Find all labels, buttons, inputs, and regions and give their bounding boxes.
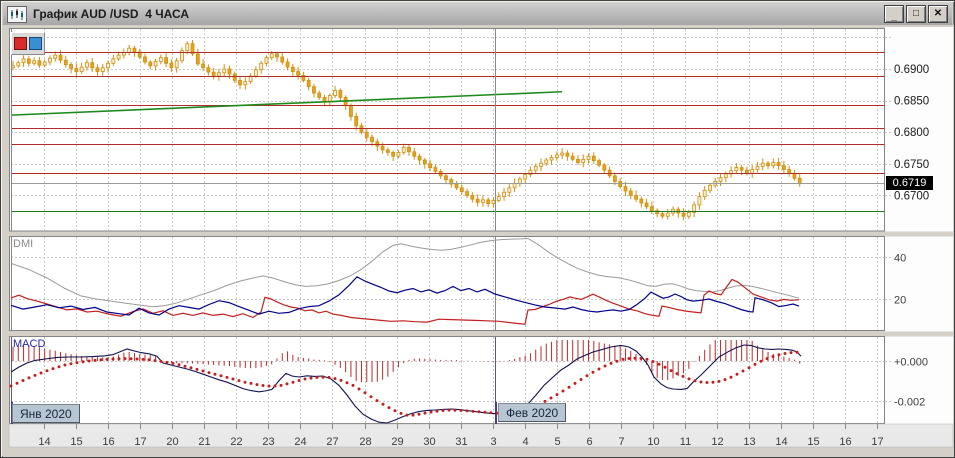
dmi-pane-label: DMI — [13, 238, 34, 250]
month-label-jan: Янв 2020 — [12, 404, 80, 423]
date-tick-label: 29 — [391, 436, 403, 448]
chart-toolbar — [11, 32, 45, 55]
price-tick-label: 0.6750 — [894, 159, 929, 171]
date-tick-label: 21 — [198, 436, 210, 448]
price-tick-label: 0.6900 — [894, 64, 929, 76]
price-tick-label: 0.6800 — [894, 127, 929, 139]
date-tick-label: 22 — [230, 436, 242, 448]
price-tick-label: 0.6700 — [894, 190, 929, 202]
dmi-tick-label: 20 — [894, 295, 906, 307]
date-tick-label: 10 — [647, 436, 659, 448]
red-tool-button[interactable] — [14, 37, 27, 50]
date-tick-label: 5 — [554, 436, 560, 448]
date-tick-label: 14 — [38, 436, 50, 448]
dmi-tick-label: 40 — [894, 253, 906, 265]
macd-tick-label: +0.000 — [894, 357, 928, 369]
date-tick-label: 12 — [711, 436, 723, 448]
date-tick-label: 17 — [871, 436, 883, 448]
chart-canvas[interactable]: 14 15 16 17 20 21 22 23 24 27 28 29 30 31 3 4 5 6 7 10 11 12 1… — [1, 1, 955, 458]
date-tick-label: 14 — [775, 436, 787, 448]
price-tick-label: 0.6850 — [894, 96, 929, 108]
date-tick-label: 31 — [455, 436, 467, 448]
date-tick-label: 17 — [134, 436, 146, 448]
blue-tool-button[interactable] — [29, 37, 42, 50]
macd-tick-label: -0.002 — [894, 397, 925, 409]
current-price-badge: 0.6719 — [886, 176, 933, 190]
date-tick-label: 30 — [423, 436, 435, 448]
date-tick-label: 7 — [618, 436, 624, 448]
date-tick-label: 3 — [490, 436, 496, 448]
date-tick-label: 23 — [262, 436, 274, 448]
date-tick-label: 6 — [586, 436, 592, 448]
macd-pane-label: MACD — [13, 338, 46, 350]
date-tick-label: 15 — [807, 436, 819, 448]
date-tick-label: 27 — [326, 436, 338, 448]
date-tick-label: 11 — [680, 436, 691, 448]
date-tick-label: 28 — [359, 436, 371, 448]
date-tick-label: 24 — [294, 436, 306, 448]
date-tick-label: 20 — [166, 436, 178, 448]
month-label-feb: Фев 2020 — [498, 403, 567, 422]
date-tick-label: 16 — [102, 436, 114, 448]
date-tick-label: 4 — [522, 436, 528, 448]
chart-window: График AUD /USD 4 ЧАСА _ □ ✕ 14 15 16 17 20 2… — [0, 0, 955, 458]
date-tick-label: 16 — [839, 436, 851, 448]
date-tick-label: 13 — [743, 436, 755, 448]
date-tick-label: 15 — [70, 436, 82, 448]
